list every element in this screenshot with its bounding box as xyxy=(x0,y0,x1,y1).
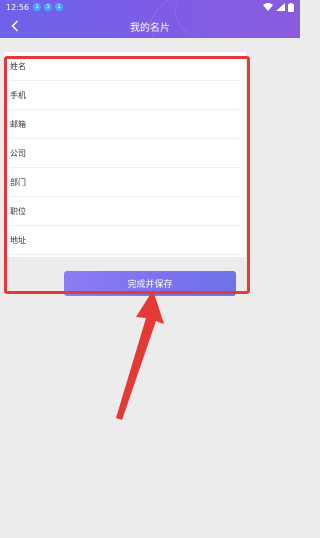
position-input[interactable] xyxy=(50,201,240,221)
field-label: 姓名 xyxy=(10,61,26,71)
field-label: 职位 xyxy=(10,206,26,216)
wifi-icon xyxy=(263,3,273,11)
status-bar: 12:56 1 1 1 xyxy=(0,0,300,14)
company-input[interactable] xyxy=(50,143,240,163)
field-label: 地址 xyxy=(10,235,26,245)
notification-icon: 1 xyxy=(44,3,53,11)
notification-icon: 1 xyxy=(55,3,64,11)
back-button[interactable] xyxy=(4,14,26,38)
field-row-name[interactable]: 姓名 xyxy=(10,52,240,81)
phone-input[interactable] xyxy=(50,85,240,105)
status-time: 12:56 xyxy=(6,2,30,12)
nav-row: 我的名片 xyxy=(0,14,300,38)
field-label: 公司 xyxy=(10,148,26,158)
field-label: 手机 xyxy=(10,90,26,100)
notification-icon: 1 xyxy=(33,3,42,11)
field-label: 邮箱 xyxy=(10,119,26,129)
status-icons xyxy=(263,2,294,12)
field-row-department[interactable]: 部门 xyxy=(10,168,240,197)
chevron-left-icon xyxy=(11,20,19,32)
annotation-arrow xyxy=(116,290,164,420)
field-row-phone[interactable]: 手机 xyxy=(10,81,240,110)
field-row-email[interactable]: 邮箱 xyxy=(10,110,240,139)
email-input[interactable] xyxy=(50,114,240,134)
field-row-address[interactable]: 地址 xyxy=(10,226,240,255)
save-button-label: 完成并保存 xyxy=(127,280,173,290)
signal-icon xyxy=(276,3,285,11)
page-title: 我的名片 xyxy=(130,22,170,34)
address-input[interactable] xyxy=(50,230,240,250)
business-card-form: 姓名 手机 邮箱 公司 部门 职位 地址 xyxy=(4,52,246,257)
name-input[interactable] xyxy=(50,56,240,76)
field-row-company[interactable]: 公司 xyxy=(10,139,240,168)
department-input[interactable] xyxy=(50,172,240,192)
field-row-position[interactable]: 职位 xyxy=(10,197,240,226)
field-label: 部门 xyxy=(10,177,26,187)
battery-icon xyxy=(288,2,294,12)
header-bar: 12:56 1 1 1 我的名片 xyxy=(0,0,300,38)
